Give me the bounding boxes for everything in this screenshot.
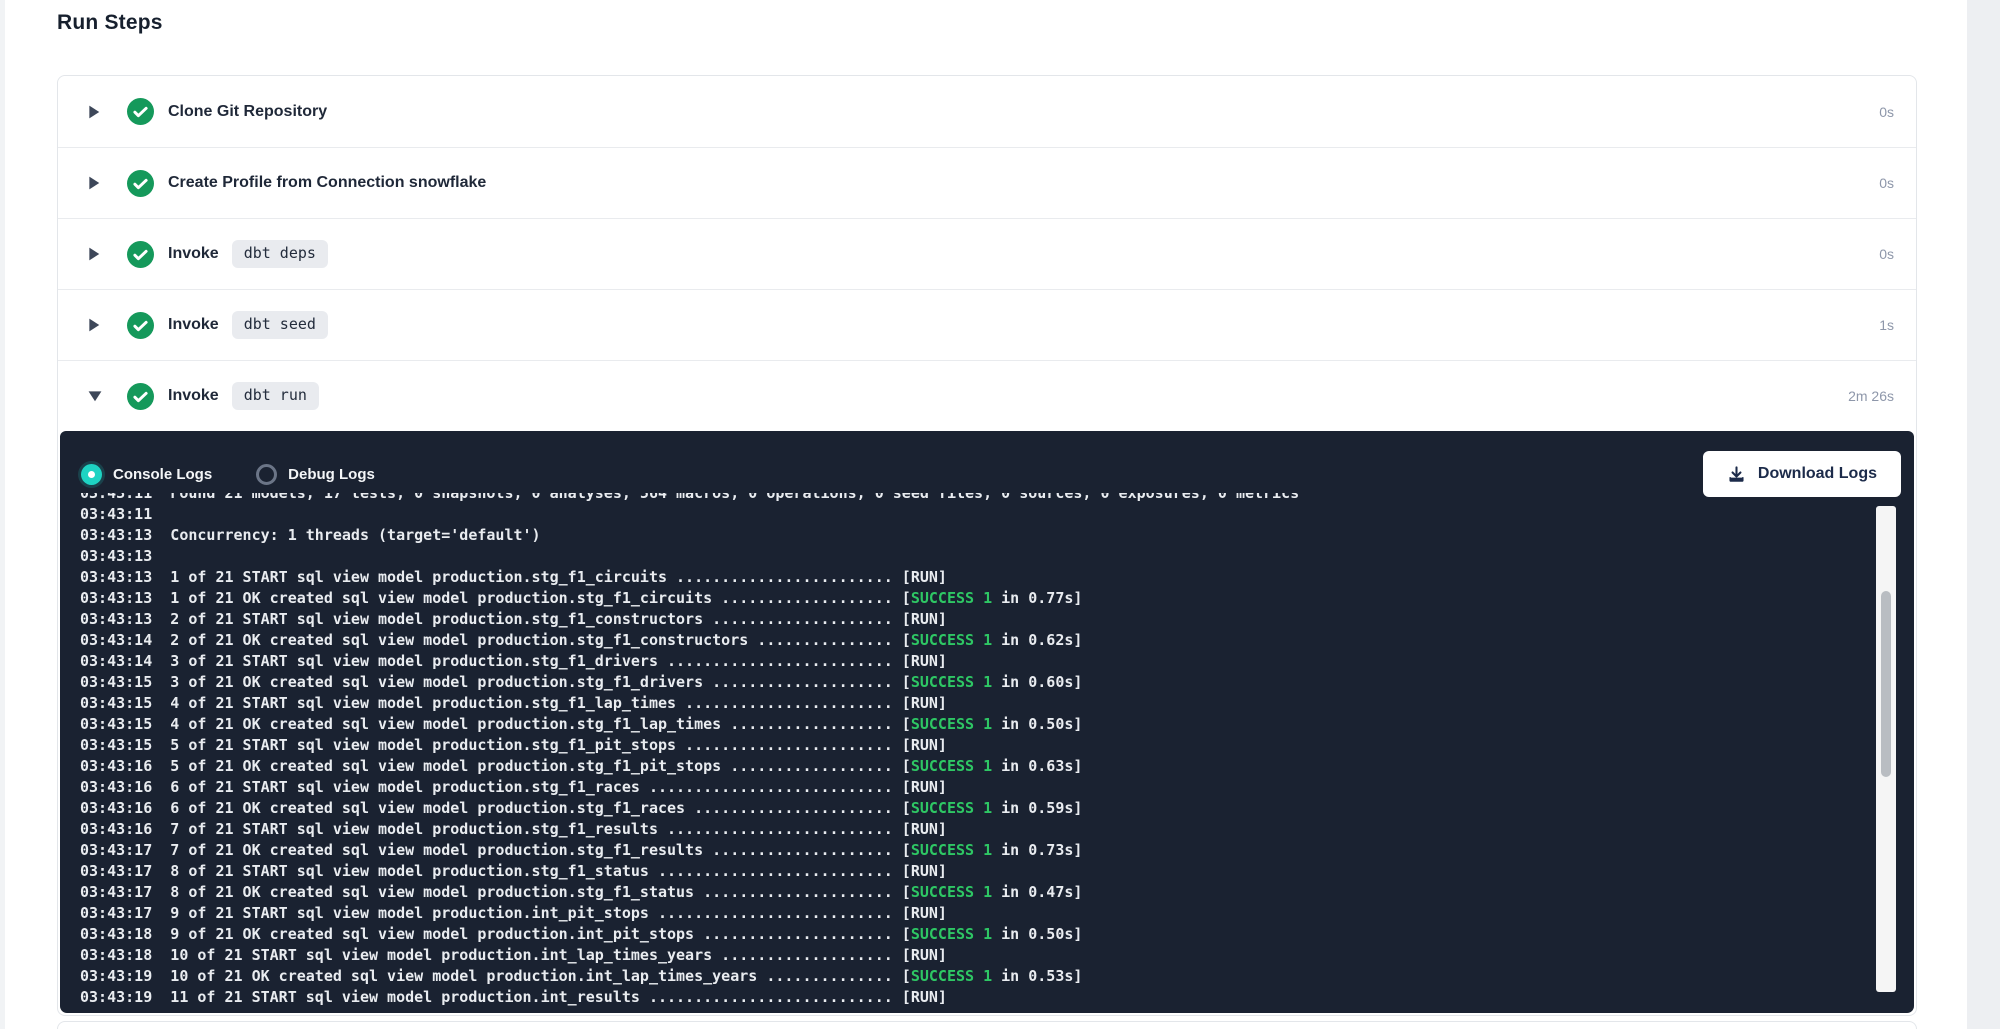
log-line: 03:43:13 1 of 21 OK created sql view mod…	[80, 588, 1874, 609]
page-title: Run Steps	[57, 11, 163, 35]
log-line: 03:43:16 7 of 21 START sql view model pr…	[80, 819, 1874, 840]
log-line: 03:43:17 8 of 21 START sql view model pr…	[80, 861, 1874, 882]
step-row-create-profile-snowflake[interactable]: Create Profile from Connection snowflake…	[58, 147, 1916, 218]
caret-down-icon[interactable]	[88, 389, 102, 404]
step-label: Invoke	[168, 387, 219, 405]
log-line: 03:43:17 8 of 21 OK created sql view mod…	[80, 882, 1874, 903]
log-line: 03:43:17 9 of 21 START sql view model pr…	[80, 903, 1874, 924]
check-circle-icon	[127, 98, 154, 125]
log-line: 03:43:19 11 of 21 START sql view model p…	[80, 987, 1874, 1008]
check-circle-icon	[127, 170, 154, 197]
log-line: 03:43:11	[80, 504, 1874, 525]
page-right-gutter	[1967, 0, 2000, 1029]
step-row-dbt-seed[interactable]: Invoke dbt seed 1s	[58, 289, 1916, 360]
log-scrollbar[interactable]	[1876, 506, 1896, 992]
step-duration: 0s	[1879, 246, 1894, 262]
log-type-toggle: Console Logs Debug Logs	[81, 464, 419, 485]
step-label: Invoke	[168, 245, 219, 263]
step-duration: 1s	[1879, 317, 1894, 333]
log-line: 03:43:15 4 of 21 START sql view model pr…	[80, 693, 1874, 714]
step-command-chip: dbt seed	[232, 311, 328, 339]
console-logs-label[interactable]: Console Logs	[113, 466, 212, 483]
console-logs-option[interactable]: Console Logs	[81, 464, 212, 485]
check-circle-icon	[127, 383, 154, 410]
debug-logs-option[interactable]: Debug Logs	[256, 464, 375, 485]
step-label: Create Profile from Connection snowflake	[168, 174, 486, 192]
step-label: Invoke	[168, 316, 219, 334]
step-row-clone-git-repository[interactable]: Clone Git Repository 0s	[58, 76, 1916, 147]
caret-right-icon[interactable]	[88, 104, 102, 119]
log-line: 03:43:17 7 of 21 OK created sql view mod…	[80, 840, 1874, 861]
caret-right-icon[interactable]	[88, 247, 102, 262]
step-duration: 2m 26s	[1848, 388, 1894, 404]
log-line: 03:43:13	[80, 546, 1874, 567]
step-duration: 0s	[1879, 104, 1894, 120]
next-section-edge	[57, 1021, 1917, 1029]
debug-logs-label[interactable]: Debug Logs	[288, 466, 375, 483]
log-line: 03:43:13 1 of 21 START sql view model pr…	[80, 567, 1874, 588]
console-header: Console Logs Debug Logs Download Logs	[81, 451, 1901, 497]
step-command-chip: dbt deps	[232, 240, 328, 268]
console-log-lines: 03:43:11 Found 21 models, 17 tests, 0 sn…	[80, 493, 1874, 1008]
step-row-dbt-deps[interactable]: Invoke dbt deps 0s	[58, 218, 1916, 289]
step-command-chip: dbt run	[232, 382, 319, 410]
log-line: 03:43:15 4 of 21 OK created sql view mod…	[80, 714, 1874, 735]
log-line: 03:43:13 Concurrency: 1 threads (target=…	[80, 525, 1874, 546]
log-line: 03:43:18 9 of 21 OK created sql view mod…	[80, 924, 1874, 945]
step-row-dbt-run[interactable]: Invoke dbt run 2m 26s	[58, 360, 1916, 431]
run-steps-list: Clone Git Repository0sCreate Profile fro…	[58, 76, 1916, 431]
log-line: 03:43:14 2 of 21 OK created sql view mod…	[80, 630, 1874, 651]
console-log-viewport[interactable]: 03:43:11 Found 21 models, 17 tests, 0 sn…	[80, 493, 1874, 1008]
run-steps-card: Clone Git Repository0sCreate Profile fro…	[57, 75, 1917, 1016]
check-circle-icon	[127, 312, 154, 339]
page-left-gutter	[0, 0, 5, 1029]
log-line: 03:43:13 2 of 21 START sql view model pr…	[80, 609, 1874, 630]
caret-right-icon[interactable]	[88, 176, 102, 191]
download-logs-button[interactable]: Download Logs	[1703, 451, 1901, 497]
debug-logs-radio[interactable]	[256, 464, 277, 485]
download-logs-label: Download Logs	[1758, 465, 1877, 483]
log-line: 03:43:15 5 of 21 START sql view model pr…	[80, 735, 1874, 756]
console-logs-radio[interactable]	[81, 464, 102, 485]
log-line: 03:43:14 3 of 21 START sql view model pr…	[80, 651, 1874, 672]
log-line: 03:43:19 10 of 21 OK created sql view mo…	[80, 966, 1874, 987]
caret-right-icon[interactable]	[88, 318, 102, 333]
console-panel: Console Logs Debug Logs Download Logs 03:…	[60, 431, 1914, 1013]
log-line: 03:43:16 5 of 21 OK created sql view mod…	[80, 756, 1874, 777]
check-circle-icon	[127, 241, 154, 268]
log-line: 03:43:18 10 of 21 START sql view model p…	[80, 945, 1874, 966]
download-tray-icon	[1727, 465, 1746, 484]
step-label: Clone Git Repository	[168, 103, 327, 121]
log-scrollbar-thumb[interactable]	[1881, 591, 1891, 777]
log-line: 03:43:16 6 of 21 START sql view model pr…	[80, 777, 1874, 798]
step-duration: 0s	[1879, 175, 1894, 191]
log-line: 03:43:16 6 of 21 OK created sql view mod…	[80, 798, 1874, 819]
log-line: 03:43:15 3 of 21 OK created sql view mod…	[80, 672, 1874, 693]
